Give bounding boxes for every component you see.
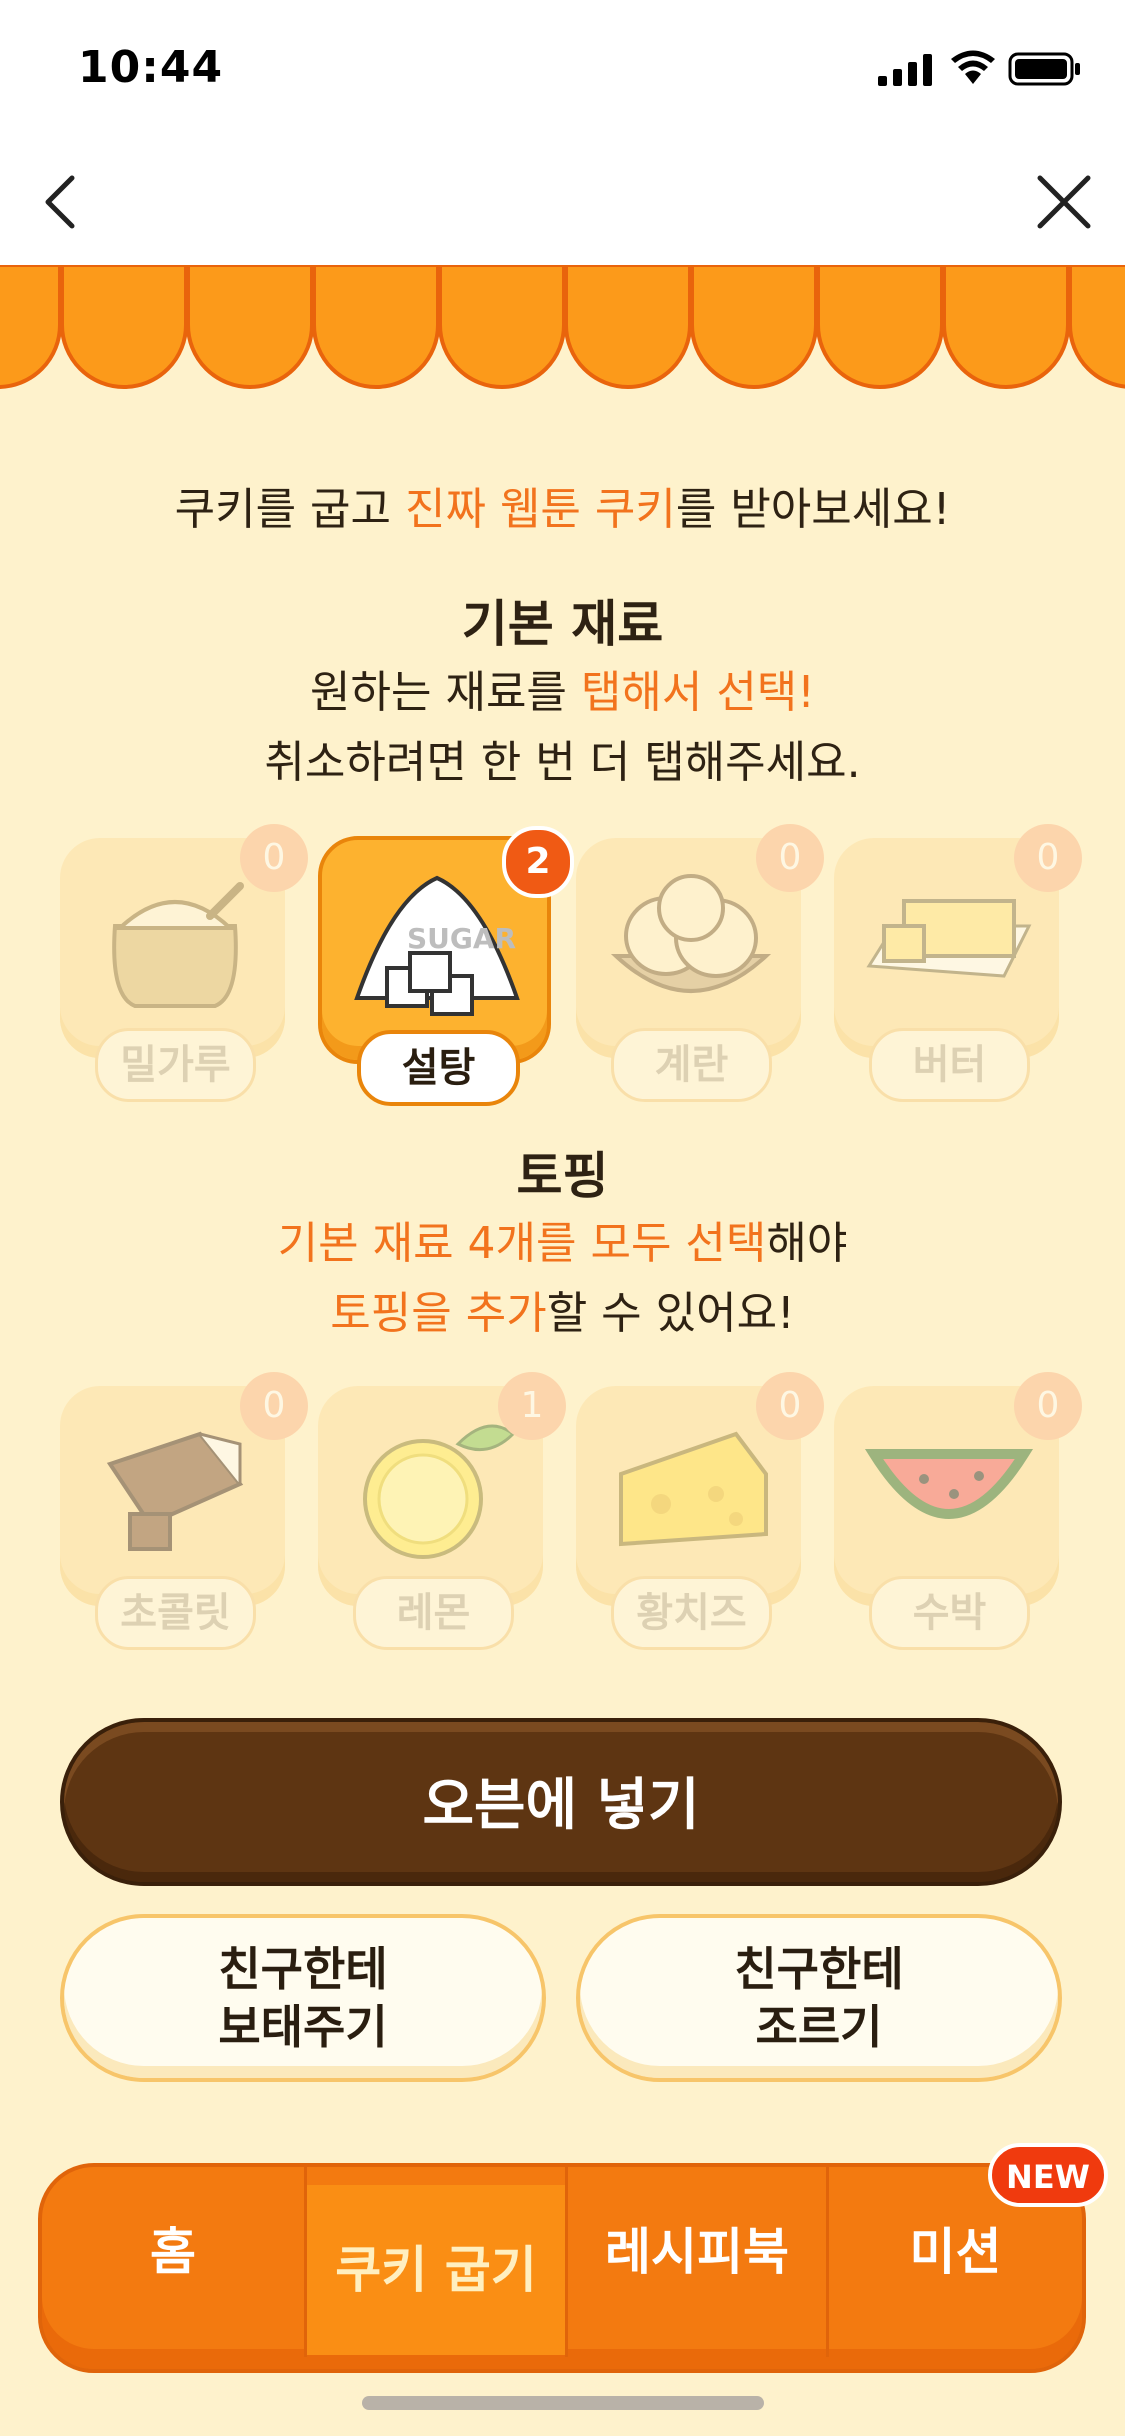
ask-friend-button[interactable]: 친구한테 조르기 — [576, 1914, 1062, 2082]
chocolate-icon — [106, 1431, 244, 1551]
base-instruction-line2: 취소하려면 한 번 더 탭해주세요. — [264, 737, 861, 788]
count-badge: 2 — [502, 826, 574, 898]
count-badge: 0 — [240, 824, 308, 892]
topping-label: 황치즈 — [611, 1576, 772, 1650]
flour-sack-icon — [112, 882, 244, 1008]
battery-icon — [1008, 52, 1080, 86]
home-indicator[interactable] — [362, 2396, 764, 2410]
status-bar: 10:44 — [0, 0, 1125, 140]
topping-instruction-line2: 토핑을 추가할 수 있어요! — [330, 1288, 795, 1339]
base-section-title: 기본 재료 — [461, 595, 664, 653]
bottom-tab-bar: 홈 쿠키 굽기 레시피북 미션 — [38, 2163, 1086, 2373]
topping-card-chocolate[interactable]: 초콜릿 0 — [60, 1372, 308, 1650]
count-badge: 1 — [498, 1372, 566, 1440]
give-to-friend-button[interactable]: 친구한테 보태주기 — [60, 1914, 546, 2082]
ingredient-card-butter[interactable]: 버터 0 — [834, 824, 1082, 1102]
topping-card-cheese[interactable]: 황치즈 0 — [576, 1372, 824, 1650]
butter-icon — [866, 899, 1032, 978]
ingredient-label: 계란 — [611, 1028, 772, 1102]
count-badge: 0 — [1014, 824, 1082, 892]
eggs-icon — [610, 874, 772, 993]
tab-bake-cookie[interactable]: 쿠키 굽기 — [307, 2185, 565, 2355]
awning-decoration — [0, 265, 1125, 389]
put-in-oven-button[interactable]: 오븐에 넣기 — [60, 1718, 1062, 1886]
lemon-icon — [363, 1424, 516, 1559]
ingredient-label: 밀가루 — [95, 1028, 256, 1102]
topping-card-lemon[interactable]: 레몬 1 — [318, 1372, 566, 1650]
new-badge: NEW — [988, 2143, 1108, 2207]
count-badge: 0 — [240, 1372, 308, 1440]
close-icon[interactable] — [1034, 170, 1094, 234]
watermelon-icon — [864, 1449, 1034, 1519]
topping-label: 레몬 — [353, 1576, 514, 1650]
ingredient-card-flour[interactable]: 밀가루 0 — [60, 824, 308, 1102]
sugar-icon: SUGAR — [354, 875, 520, 1016]
wifi-icon — [951, 50, 995, 84]
intro-text: 쿠키를 굽고 진짜 웹툰 쿠키를 받아보세요! — [174, 484, 951, 535]
topping-label: 수박 — [869, 1576, 1030, 1650]
count-badge: 0 — [756, 1372, 824, 1440]
tab-home[interactable]: 홈 — [42, 2167, 304, 2357]
ingredient-card-egg[interactable]: 계란 0 — [576, 824, 824, 1102]
topping-label: 초콜릿 — [95, 1576, 256, 1650]
ingredient-label: 설탕 — [357, 1030, 520, 1106]
topping-instruction-line1: 기본 재료 4개를 모두 선택해야 — [277, 1218, 848, 1269]
svg-text:SUGAR: SUGAR — [407, 922, 516, 955]
count-badge: 0 — [1014, 1372, 1082, 1440]
chevron-left-icon[interactable] — [36, 170, 86, 234]
ingredient-label: 버터 — [869, 1028, 1030, 1102]
tab-recipe-book[interactable]: 레시피북 — [568, 2167, 826, 2357]
ingredient-card-sugar[interactable]: SUGAR 설탕 2 — [318, 826, 574, 1106]
count-badge: 0 — [756, 824, 824, 892]
navigation-bar — [0, 140, 1125, 265]
topping-card-watermelon[interactable]: 수박 0 — [834, 1372, 1082, 1650]
status-time: 10:44 — [78, 42, 224, 93]
cellular-signal-icon — [878, 54, 932, 86]
topping-section-title: 토핑 — [516, 1147, 609, 1205]
cheese-icon — [619, 1431, 768, 1547]
base-instruction-line1: 원하는 재료를 탭해서 선택! — [310, 667, 815, 718]
